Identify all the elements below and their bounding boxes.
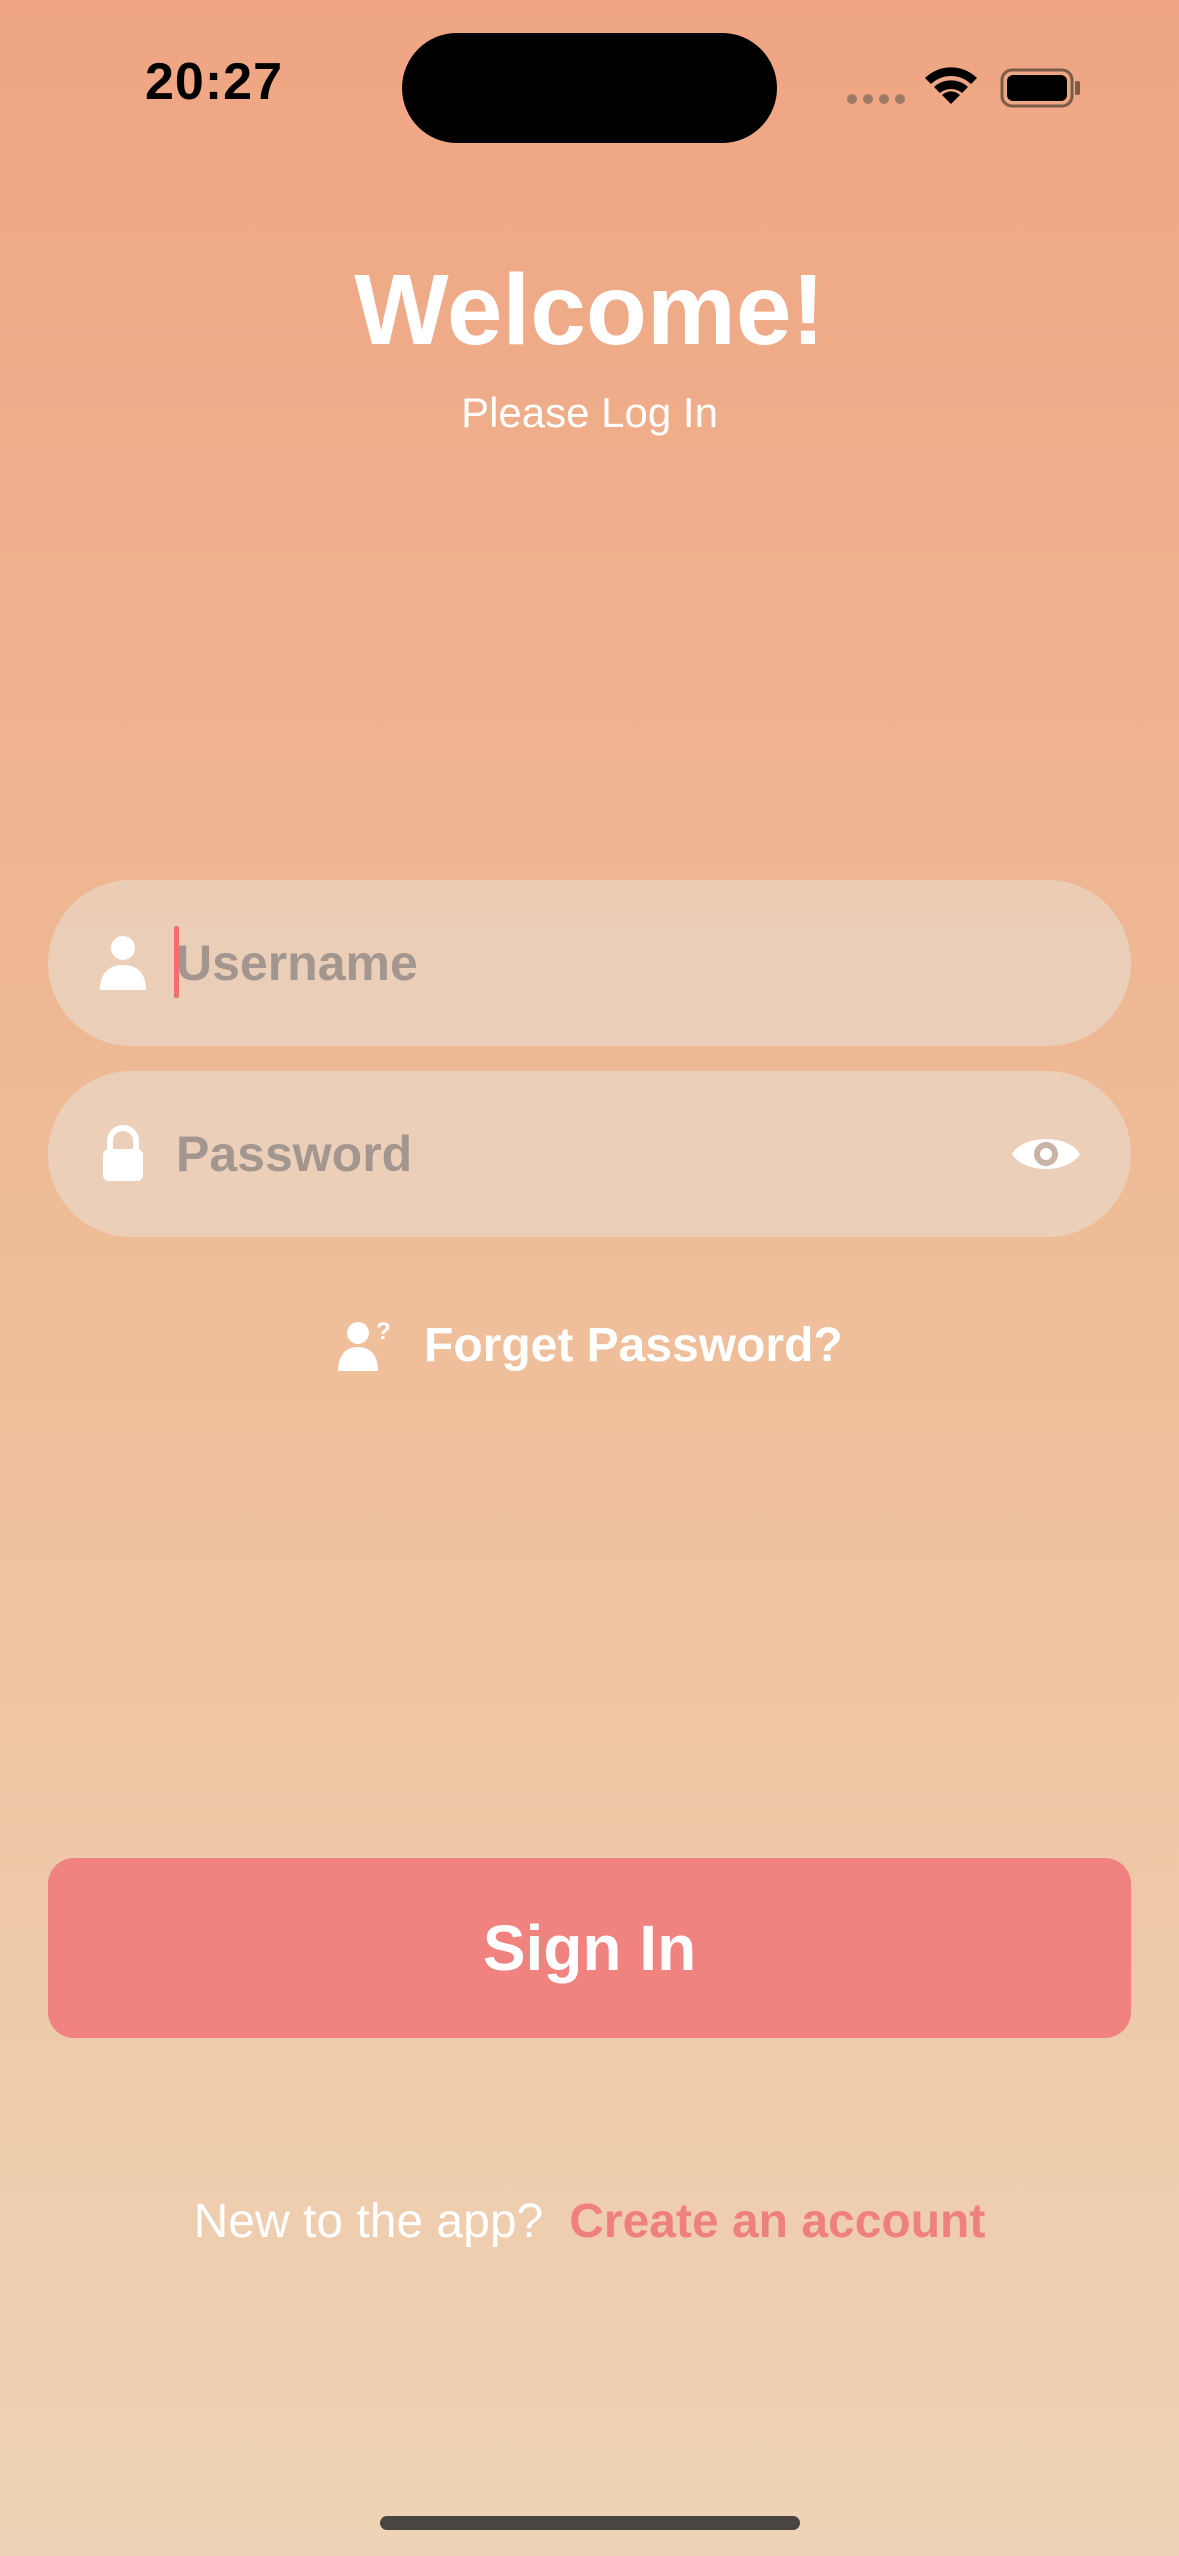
page-subtitle: Please Log In <box>461 389 718 436</box>
forget-password-label: Forget Password? <box>424 1318 843 1372</box>
sign-in-button[interactable]: Sign In <box>48 1858 1131 2038</box>
status-time: 20:27 <box>145 53 283 111</box>
dynamic-island <box>402 33 777 143</box>
password-input[interactable] <box>176 1071 996 1237</box>
cellular-signal-icon <box>847 94 905 104</box>
sign-in-label: Sign In <box>482 1912 697 1984</box>
username-input[interactable] <box>176 880 996 1046</box>
person-icon <box>100 936 146 990</box>
username-field[interactable] <box>48 880 1131 1046</box>
forget-password-link[interactable]: ? Forget Password? <box>336 1310 843 1380</box>
svg-text:?: ? <box>376 1318 391 1345</box>
home-indicator[interactable] <box>380 2516 800 2530</box>
create-account-link[interactable]: Create an account <box>569 2195 985 2248</box>
eye-icon[interactable] <box>1009 1129 1083 1179</box>
register-prompt: New to the app? <box>193 2195 544 2248</box>
lock-icon <box>103 1125 143 1181</box>
battery-icon <box>1000 68 1080 108</box>
wifi-icon <box>925 67 977 104</box>
person-question-icon: ? <box>338 1318 391 1371</box>
password-field[interactable] <box>48 1071 1131 1237</box>
register-row: New to the app? Create an account <box>0 2190 1179 2254</box>
page-title: Welcome! <box>354 254 825 366</box>
